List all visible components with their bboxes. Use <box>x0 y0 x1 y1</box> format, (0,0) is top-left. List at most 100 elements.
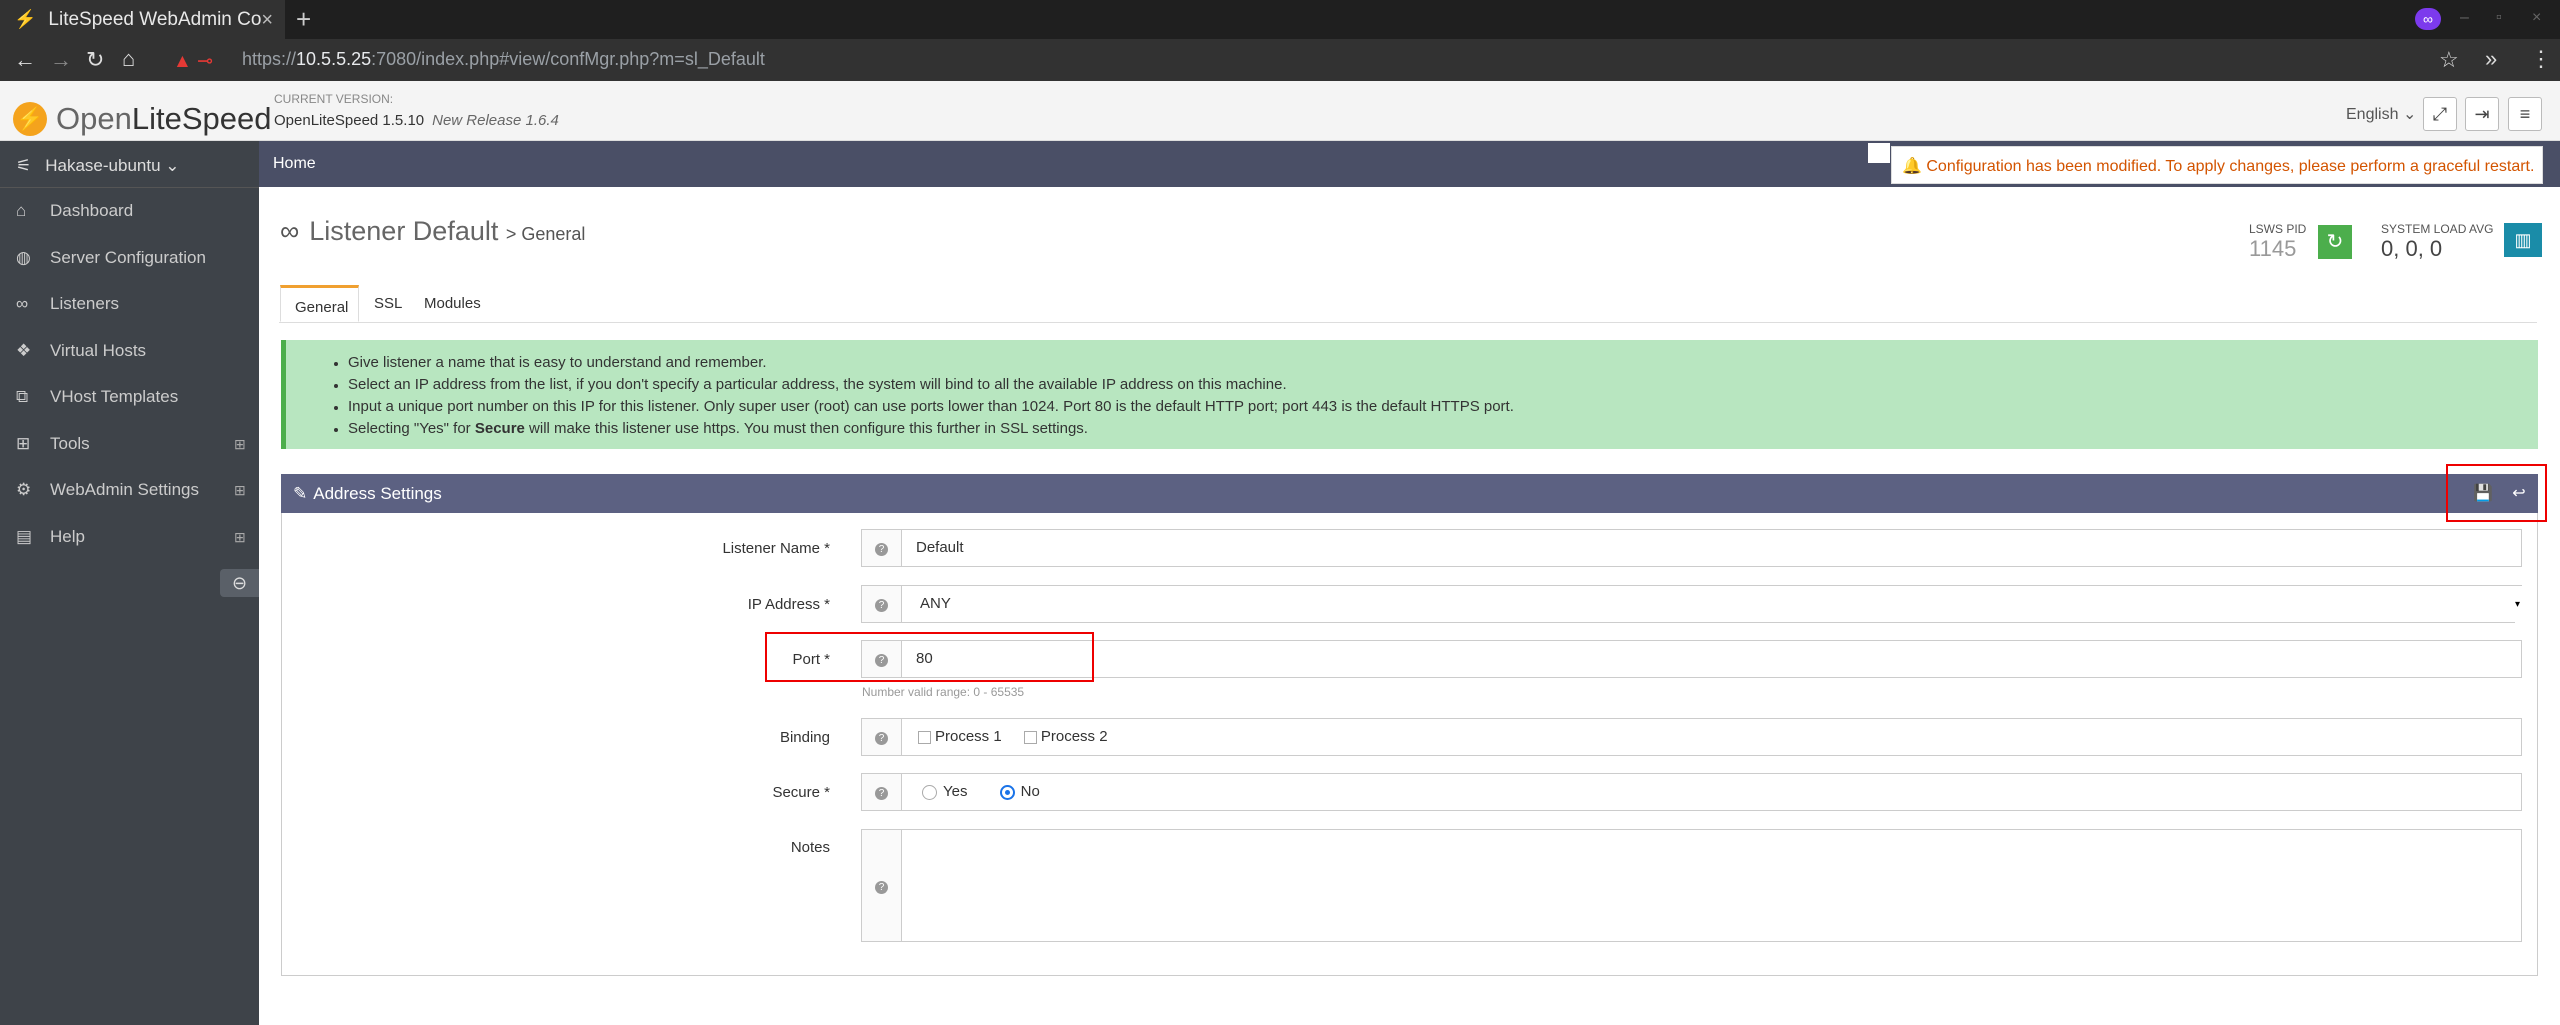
help-icon[interactable]: ? <box>861 773 902 811</box>
lsws-pid-value: 1145 <box>2249 236 2297 261</box>
app-logo[interactable]: OpenLiteSpeed <box>56 101 271 137</box>
breadcrumb-home[interactable]: Home <box>273 155 316 173</box>
expand-icon[interactable]: ⊞ <box>234 482 246 499</box>
secure-field: Yes No <box>901 773 2522 811</box>
menu-toggle-button[interactable]: ≡ <box>2508 97 2542 131</box>
config-modified-alert: 🔔 Configuration has been modified. To ap… <box>1891 146 2543 184</box>
edit-icon: ✎ <box>293 484 308 503</box>
process-2-label: Process 2 <box>1040 728 1108 745</box>
close-window-icon[interactable]: × <box>2532 9 2541 27</box>
secure-yes-radio[interactable] <box>922 784 937 800</box>
help-icon[interactable]: ? <box>861 718 902 756</box>
back-icon[interactable]: ← <box>14 47 36 73</box>
incognito-icon: ∞ <box>2415 8 2441 30</box>
forward-icon[interactable]: → <box>50 47 72 73</box>
chart-icon[interactable]: ▥ <box>2504 223 2542 257</box>
browser-tab-bar <box>0 0 2560 39</box>
secure-no-label: No <box>1020 783 1040 800</box>
minimize-icon[interactable]: – <box>2460 9 2469 27</box>
sidebar-item-webadmin-settings[interactable]: ⚙ WebAdmin Settings <box>16 480 199 500</box>
port-hint: Number valid range: 0 - 65535 <box>862 685 1025 699</box>
tab-general[interactable]: General <box>280 285 359 322</box>
help-box: Give listener a name that is easy to und… <box>281 340 2538 449</box>
sidebar-item-help[interactable]: ▤ Help <box>16 527 85 547</box>
system-load-value: 0, 0, 0 <box>2381 236 2443 261</box>
help-icon[interactable]: ? <box>861 585 902 623</box>
browser-tab-title: LiteSpeed WebAdmin Co <box>48 8 262 30</box>
listener-name-label: Listener Name * <box>722 540 830 557</box>
reload-icon[interactable]: ↻ <box>86 47 104 73</box>
new-tab-button[interactable]: + <box>296 4 311 35</box>
home-icon: ⌂ <box>16 201 27 220</box>
logout-button[interactable]: ⇥ <box>2465 97 2499 131</box>
binding-label: Binding <box>779 729 830 746</box>
ip-address-select[interactable]: ANY <box>901 585 2522 623</box>
language-label: English <box>2346 106 2399 123</box>
browser-tab[interactable]: ⚡ LiteSpeed WebAdmin Co × <box>0 0 285 39</box>
user-menu[interactable]: ⚟ Hakase-ubuntu ⌄ <box>16 156 180 176</box>
tab-ssl[interactable]: SSL <box>360 285 416 322</box>
home-icon[interactable]: ⌂ <box>122 46 135 72</box>
listener-name-input[interactable]: Default <box>901 529 2522 567</box>
url-prefix: https:// <box>242 49 297 69</box>
version-text: OpenLiteSpeed 1.5.10 <box>274 112 425 129</box>
highlight-box <box>2446 464 2547 522</box>
sidebar-item-label: Tools <box>50 434 90 453</box>
sidebar-item-label: Dashboard <box>50 201 134 220</box>
bell-icon: 🔔 <box>1902 158 1922 175</box>
process-1-label: Process 1 <box>935 728 1002 745</box>
process-1-checkbox[interactable] <box>918 730 931 744</box>
page-title-text: Listener Default <box>309 216 499 246</box>
sidebar-item-vhost-templates[interactable]: ⧉ VHost Templates <box>16 387 178 407</box>
logo-open-text: Open <box>56 101 132 136</box>
port-input[interactable]: 80 <box>901 640 2522 678</box>
secure-label: Secure * <box>772 784 830 801</box>
page-subtitle: > General <box>505 224 586 244</box>
sidebar-item-virtual-hosts[interactable]: ❖ Virtual Hosts <box>16 341 146 361</box>
current-version-label: CURRENT VERSION: <box>274 92 394 106</box>
maximize-icon[interactable]: ▫ <box>2496 9 2502 27</box>
fullscreen-button[interactable]: ⤢ <box>2423 97 2457 131</box>
book-icon: ▤ <box>16 527 33 546</box>
expand-icon[interactable]: ⊞ <box>234 529 246 546</box>
help-text: will make this listener use https. You m… <box>524 420 1088 437</box>
bookmark-star-icon[interactable]: ☆ <box>2439 47 2459 73</box>
help-icon[interactable]: ? <box>861 529 902 567</box>
grid-icon: ⊞ <box>16 434 31 453</box>
openlitespeed-logo-icon[interactable]: ⚡ <box>13 102 47 136</box>
logo-litespeed-text: LiteSpeed <box>131 101 272 136</box>
url-path: :7080/index.php#view/confMgr.php?m=sl_De… <box>371 49 765 69</box>
sidebar-item-server-configuration[interactable]: ◍ Server Configuration <box>16 248 206 268</box>
new-release-link[interactable]: New Release 1.6.4 <box>432 112 559 129</box>
app-header <box>0 81 2560 141</box>
chevron-down-icon[interactable]: ▾ <box>2515 586 2522 624</box>
link-icon: ∞ <box>16 294 29 313</box>
sidebar-item-label: Help <box>50 527 85 546</box>
extensions-icon[interactable]: » <box>2485 46 2497 72</box>
url-field[interactable]: https://10.5.5.25:7080/index.php#view/co… <box>242 49 765 70</box>
restart-button[interactable]: ↻ <box>2318 225 2352 259</box>
secure-no-radio[interactable] <box>999 784 1015 800</box>
expand-icon[interactable]: ⊞ <box>234 436 246 453</box>
sidebar-item-label: VHost Templates <box>50 387 179 406</box>
copy-icon: ⧉ <box>16 387 29 406</box>
help-item: Input a unique port number on this IP fo… <box>348 396 1514 418</box>
browser-menu-icon[interactable]: ⋮ <box>2530 46 2552 72</box>
tab-modules[interactable]: Modules <box>410 285 495 322</box>
sidebar-item-label: Server Configuration <box>50 248 206 267</box>
sidebar-item-dashboard[interactable]: ⌂ Dashboard <box>16 201 133 221</box>
close-tab-icon[interactable]: × <box>261 9 273 32</box>
alert-toggle <box>1868 143 1890 163</box>
panel-title: Address Settings <box>313 484 442 503</box>
language-select[interactable]: English ⌄ <box>2346 104 2416 124</box>
user-name: Hakase-ubuntu <box>45 156 161 175</box>
security-warning-icon[interactable]: ▲ ⊸ <box>173 50 213 73</box>
help-icon[interactable]: ? <box>861 829 902 942</box>
sidebar-item-listeners[interactable]: ∞ Listeners <box>16 294 119 314</box>
sidebar-item-tools[interactable]: ⊞ Tools <box>16 434 90 454</box>
sidebar-collapse-button[interactable]: ⊖ <box>220 569 259 597</box>
process-2-checkbox[interactable] <box>1023 730 1037 744</box>
notes-textarea[interactable] <box>901 829 2522 942</box>
link-icon: ∞ <box>280 216 300 246</box>
help-item: Give listener a name that is easy to und… <box>348 352 1514 374</box>
